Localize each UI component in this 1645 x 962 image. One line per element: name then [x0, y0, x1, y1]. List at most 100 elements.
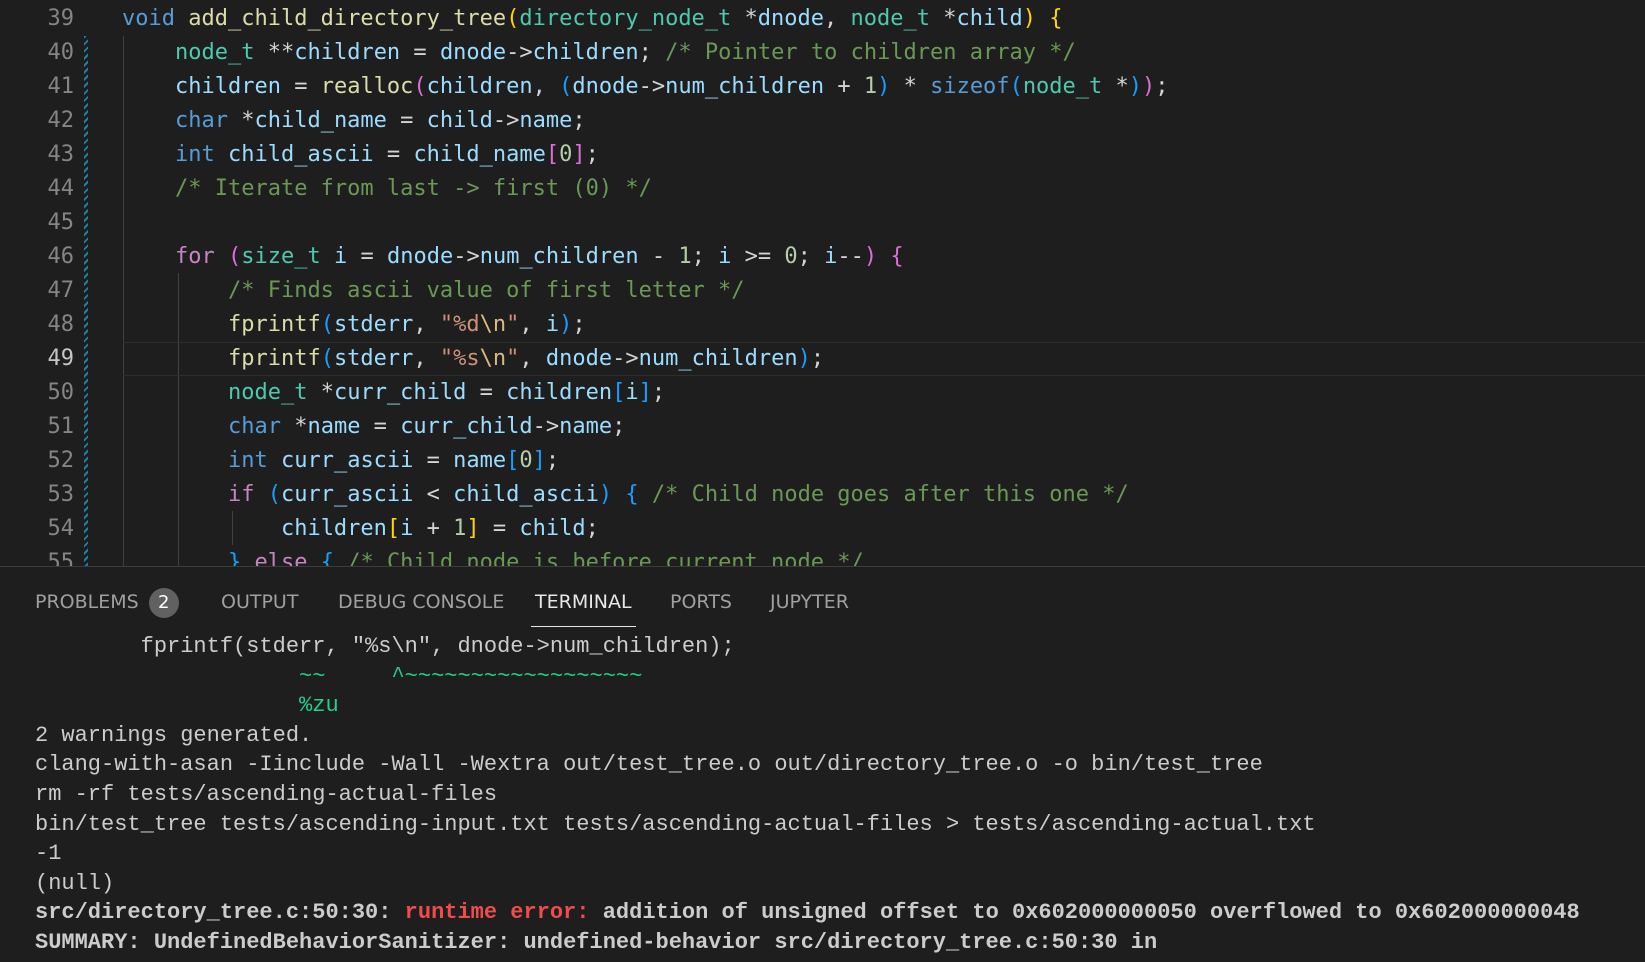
code-token: ; — [651, 380, 666, 405]
code-line[interactable]: 43 int child_ascii = child_name[0]; — [0, 138, 1645, 172]
code-token: -> — [638, 74, 666, 99]
code-token: -> — [453, 244, 480, 269]
code-token: stderr — [333, 312, 414, 337]
code-line[interactable]: 47 /* Finds ascii value of first letter … — [0, 274, 1645, 308]
terminal-line: bin/test_tree tests/ascending-input.txt … — [35, 809, 1316, 840]
tab-problems[interactable]: PROBLEMS 2 — [35, 586, 179, 618]
terminal-output[interactable]: fprintf(stderr, "%s\n", dnode->num_child… — [35, 631, 1645, 962]
code-line[interactable]: 45 — [0, 206, 1645, 240]
code-line[interactable]: 49 fprintf(stderr, "%s\n", dnode->num_ch… — [0, 342, 1645, 376]
terminal-text: fprintf(stderr, "%s\n", dnode->num_child… — [35, 634, 735, 659]
code-token: ; — [638, 40, 666, 65]
code-text: /* Finds ascii value of first letter */ — [122, 274, 745, 308]
code-token: * — [890, 74, 931, 99]
code-token: /* Finds ascii value of first letter */ — [227, 278, 745, 303]
code-token: children — [426, 74, 533, 99]
code-token: = — [479, 516, 520, 541]
tab-jupyter[interactable]: JUPYTER — [770, 586, 849, 618]
code-token: num_children — [479, 244, 639, 269]
tab-debug-console[interactable]: DEBUG CONSOLE — [338, 586, 504, 618]
code-token: -> — [612, 346, 639, 371]
code-token: void — [122, 6, 175, 31]
code-token: /* Iterate from last -> first (0) */ — [174, 176, 652, 201]
code-token: i — [824, 244, 838, 269]
code-line[interactable]: 46 for (size_t i = dnode->num_children -… — [0, 240, 1645, 274]
code-token: 1 — [453, 516, 467, 541]
terminal-text: %zu — [35, 693, 339, 719]
code-token: \n — [479, 312, 507, 337]
tab-terminal[interactable]: TERMINAL — [531, 586, 636, 627]
code-token: ) — [559, 312, 573, 337]
code-token: i — [625, 380, 639, 405]
code-token: ; — [572, 108, 586, 133]
code-line[interactable]: 52 int curr_ascii = name[0]; — [0, 444, 1645, 478]
code-token: 0 — [519, 448, 533, 473]
code-line[interactable]: 42 char *child_name = child->name; — [0, 104, 1645, 138]
code-token: fprintf — [227, 312, 321, 337]
code-line[interactable]: 50 node_t *curr_child = children[i]; — [0, 376, 1645, 410]
terminal-text: clang-with-asan -Iinclude -Wall -Wextra … — [35, 752, 1263, 778]
code-line[interactable]: 44 /* Iterate from last -> first (0) */ — [0, 172, 1645, 206]
code-token: = — [360, 414, 401, 439]
code-line[interactable]: 54 children[i + 1] = child; — [0, 512, 1645, 546]
code-line[interactable]: 51 char *name = curr_child->name; — [0, 410, 1645, 444]
code-token: [ — [386, 516, 401, 541]
code-text: if (curr_ascii < child_ascii) { /* Child… — [122, 478, 1129, 512]
tab-output[interactable]: OUTPUT — [221, 586, 298, 618]
code-token: dnode — [439, 40, 507, 65]
code-token: name — [307, 414, 361, 439]
code-token: ) — [863, 244, 878, 269]
code-token: = — [373, 142, 414, 167]
code-line[interactable]: 53 if (curr_ascii < child_ascii) { /* Ch… — [0, 478, 1645, 512]
tab-label: PORTS — [670, 591, 732, 613]
code-token: } — [227, 550, 242, 566]
code-line[interactable]: 41 children = realloc(children, (dnode->… — [0, 70, 1645, 104]
code-token: ; — [810, 346, 825, 371]
terminal-line: -1 — [35, 838, 61, 869]
code-text: for (size_t i = dnode->num_children - 1;… — [122, 240, 904, 274]
terminal-text: ~~ ^~~~~~~~~~~~~~~~~~~ — [35, 663, 643, 689]
code-token: * — [731, 6, 758, 31]
code-line[interactable]: 40 node_t **children = dnode->children; … — [0, 36, 1645, 70]
code-token: 0 — [559, 142, 573, 167]
code-token: ; — [612, 414, 626, 439]
code-token: , — [413, 312, 440, 337]
code-token: { — [320, 550, 334, 566]
code-line[interactable]: 48 fprintf(stderr, "%d\n", i); — [0, 308, 1645, 342]
code-line[interactable]: 39 void add_child_directory_tree(director… — [0, 2, 1645, 36]
line-number: 46 — [47, 244, 75, 269]
code-token: children — [506, 380, 613, 405]
code-token: = — [466, 380, 507, 405]
code-token: ] — [572, 142, 586, 167]
code-token: [ — [506, 448, 520, 473]
code-token: ( — [506, 6, 520, 31]
code-token: i — [545, 312, 560, 337]
line-number: 39 — [47, 6, 75, 31]
code-token: 0 — [784, 244, 798, 269]
code-token: node_t — [174, 40, 255, 65]
tab-label: PROBLEMS — [35, 591, 139, 613]
code-token: /* Child node goes after this one */ — [651, 482, 1129, 507]
code-token: curr_ascii — [280, 482, 414, 507]
code-token: add_child_directory_tree — [188, 6, 507, 31]
code-token: dnode — [386, 244, 454, 269]
code-token: = — [413, 448, 454, 473]
code-editor[interactable]: 39 void add_child_directory_tree(director… — [0, 0, 1645, 566]
line-number: 52 — [47, 448, 75, 473]
tab-label: JUPYTER — [770, 591, 849, 613]
code-line[interactable]: 55 } else { /* Child node is before curr… — [0, 546, 1645, 566]
code-token: children — [294, 40, 401, 65]
code-token: >= — [731, 244, 785, 269]
tab-ports[interactable]: PORTS — [670, 586, 732, 618]
code-token: ( — [320, 312, 334, 337]
code-token: + — [824, 74, 864, 99]
